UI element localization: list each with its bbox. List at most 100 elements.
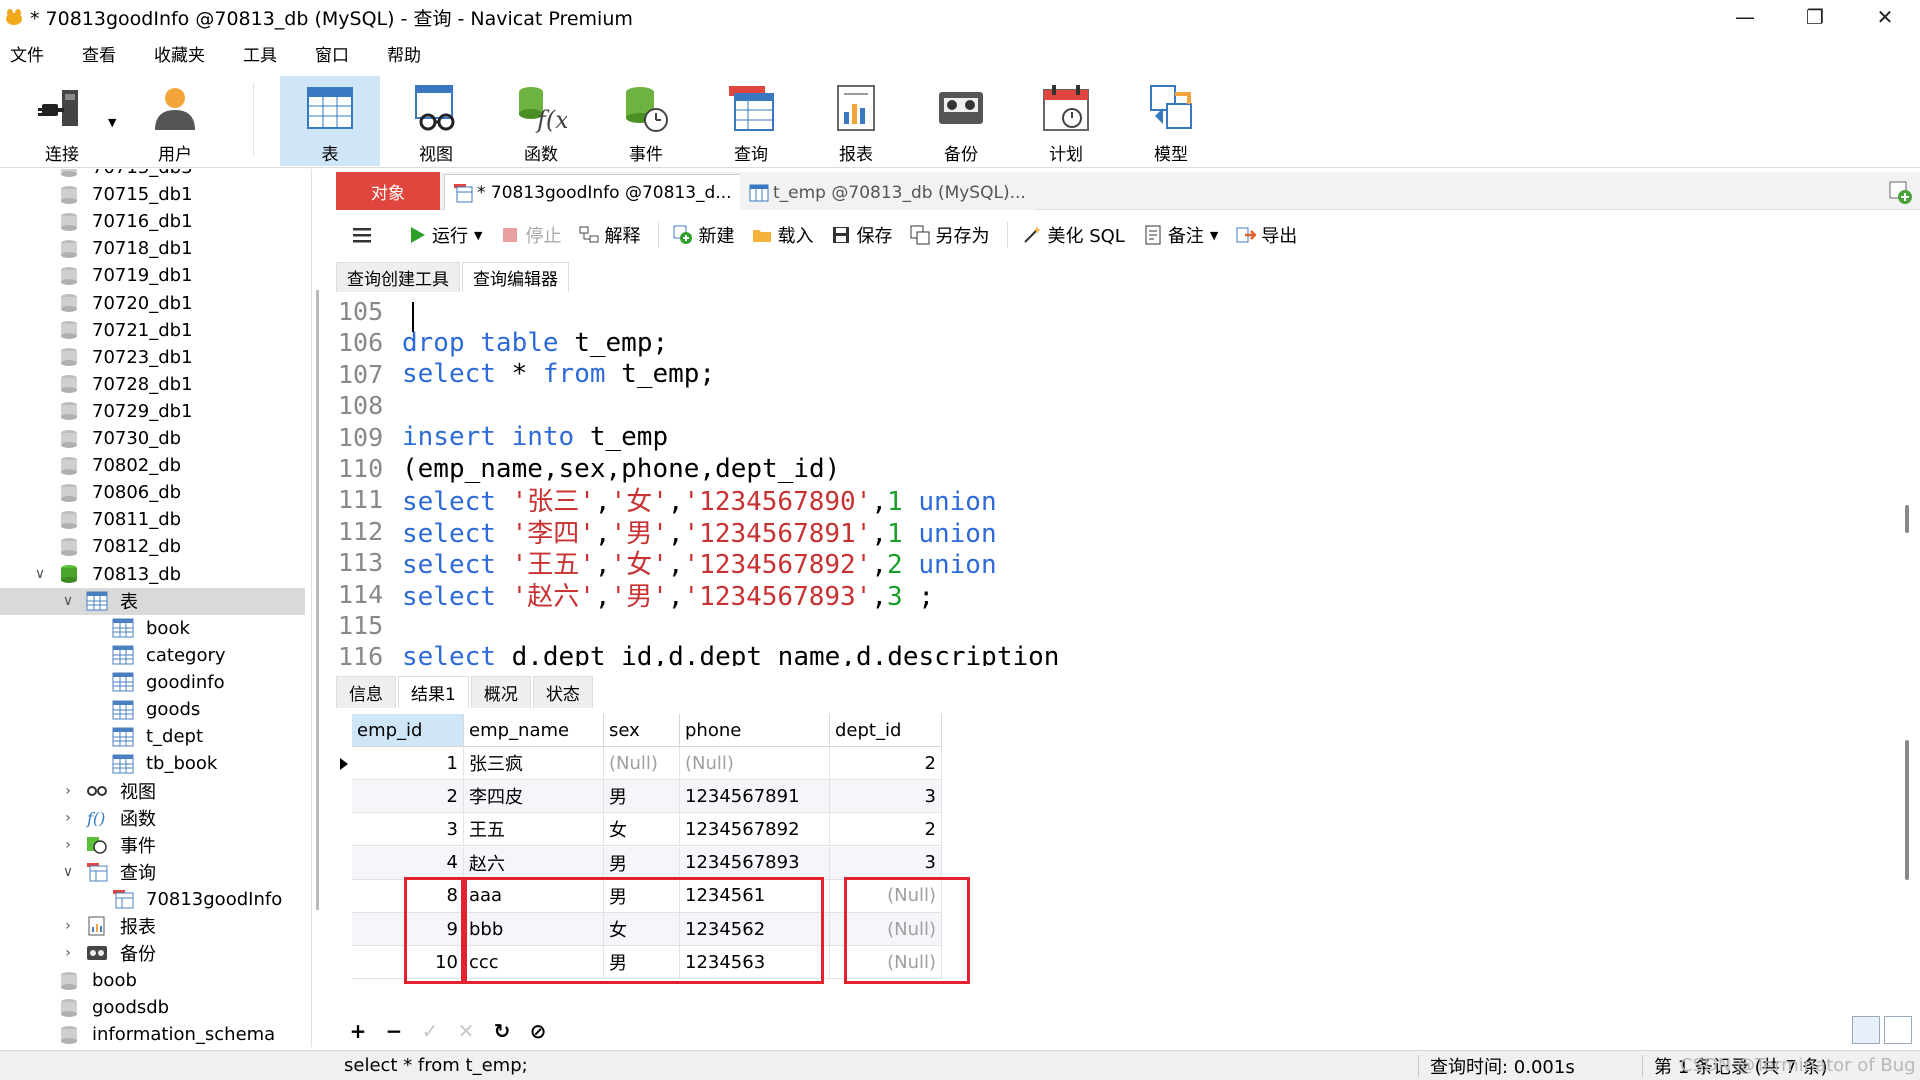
form-view-icon[interactable] (1884, 1016, 1912, 1044)
code-line[interactable]: 109 insert into t_emp (336, 422, 668, 453)
code-line[interactable]: 115 (336, 610, 402, 641)
column-header-sex[interactable]: sex (604, 714, 680, 747)
chevron-down-icon[interactable]: ∨ (32, 566, 48, 582)
code-line[interactable]: 111 select '张三','女','1234567890',1 union (336, 484, 997, 517)
tool-query[interactable]: 查询 (701, 76, 801, 166)
grid-cell[interactable]: 1234567893 (680, 846, 830, 880)
grid-cell[interactable]: 3 (830, 780, 942, 814)
chevron-right-icon[interactable]: › (60, 810, 76, 826)
code-line[interactable]: 113 select '王五','女','1234567892',2 union (336, 547, 997, 580)
tree-database[interactable]: 70806_db (0, 479, 305, 506)
tree-database[interactable]: 70720_db1 (0, 290, 305, 317)
code-line[interactable]: 105 (336, 296, 402, 327)
add-record-button[interactable]: + (340, 1018, 376, 1044)
menu-favorites[interactable]: 收藏夹 (144, 41, 225, 66)
tab-query-builder[interactable]: 查询创建工具 (336, 262, 460, 292)
editor-scrollbar[interactable] (1905, 505, 1909, 533)
tree-database[interactable]: information_schema (0, 1021, 305, 1047)
tool-function[interactable]: f(x) 函数 (491, 76, 591, 166)
grid-cell[interactable]: (Null) (680, 747, 830, 780)
grid-cell[interactable]: 1 (352, 747, 464, 780)
restore-button[interactable]: ❐ (1780, 0, 1850, 34)
apply-changes-button[interactable]: ✓ (412, 1018, 448, 1044)
menu-window[interactable]: 窗口 (305, 41, 369, 66)
chevron-right-icon[interactable]: › (60, 837, 76, 853)
grid-cell[interactable]: 女 (604, 813, 680, 847)
menu-file[interactable]: 文件 (0, 41, 64, 66)
tool-backup[interactable]: 备份 (911, 76, 1011, 166)
code-line[interactable]: 114 select '赵六','男','1234567893',3 ; (336, 579, 934, 612)
stop-button[interactable]: 停止 (500, 222, 561, 248)
chevron-right-icon[interactable]: › (60, 783, 76, 799)
tree-database[interactable]: 70811_db (0, 506, 305, 533)
new-tab-icon[interactable] (1886, 178, 1914, 206)
sql-editor[interactable]: 105 106 drop table t_emp; 107 select * from … (336, 294, 1906, 666)
grid-cell[interactable]: 李四皮 (464, 780, 604, 814)
code-line[interactable]: 110 (emp_name,sex,phone,dept_id) (336, 453, 840, 484)
tree-table[interactable]: goods (0, 696, 305, 723)
tool-model[interactable]: 模型 (1121, 76, 1221, 166)
column-header-dept-id[interactable]: dept_id (830, 714, 942, 747)
tool-table[interactable]: 表 (280, 76, 380, 166)
tab-profile[interactable]: 概况 (470, 676, 531, 708)
minimize-button[interactable]: — (1710, 0, 1780, 34)
code-line[interactable]: 106 drop table t_emp; (336, 327, 668, 358)
tree-folder-backups[interactable]: › 备份 (0, 940, 305, 967)
close-button[interactable]: ✕ (1850, 0, 1920, 34)
navigation-tree[interactable]: 70713_db3 70715_db1 70716_db1 70718_db1 7071… (0, 169, 312, 1047)
tree-table[interactable]: book (0, 615, 305, 642)
column-header-emp-id[interactable]: emp_id (352, 714, 464, 747)
code-line[interactable]: 108 (336, 390, 402, 421)
chevron-down-icon[interactable]: ∨ (60, 593, 76, 609)
grid-cell[interactable]: 3 (352, 813, 464, 847)
grid-cell[interactable]: (Null) (604, 747, 680, 780)
grid-cell[interactable]: 1234567892 (680, 813, 830, 847)
column-header-emp-name[interactable]: emp_name (464, 714, 604, 747)
menu-tools[interactable]: 工具 (233, 41, 297, 66)
run-button[interactable]: 运行 ▼ (407, 222, 482, 248)
grid-cell[interactable]: 男 (604, 780, 680, 814)
explain-button[interactable]: 解释 (579, 222, 640, 248)
comment-button[interactable]: 备注 ▼ (1143, 222, 1218, 248)
tree-folder-events[interactable]: › 事件 (0, 832, 305, 859)
chevron-down-icon[interactable]: ▼ (108, 116, 116, 129)
grid-cell[interactable]: 2 (830, 747, 942, 780)
tool-schedule[interactable]: 计划 (1016, 76, 1116, 166)
tree-database[interactable]: 70718_db1 (0, 235, 305, 262)
tree-database[interactable]: 70728_db1 (0, 371, 305, 398)
tool-connection[interactable]: 连接 (12, 76, 112, 166)
grid-cell[interactable]: 1234567891 (680, 780, 830, 814)
stop-loading-button[interactable]: ⊘ (520, 1018, 556, 1044)
column-header-phone[interactable]: phone (680, 714, 830, 747)
chevron-down-icon[interactable]: ▼ (1210, 229, 1218, 242)
result-grid[interactable]: emp_id emp_name sex phone dept_id 1 张三疯 (Null)(… (336, 710, 1906, 1010)
tree-database-open[interactable]: ∨ 70813_db (0, 561, 305, 588)
save-button[interactable]: 保存 (831, 222, 892, 248)
tree-table[interactable]: goodinfo (0, 669, 305, 696)
tree-database[interactable]: 70721_db1 (0, 317, 305, 344)
hamburger-menu-icon[interactable] (352, 225, 377, 245)
tree-folder-reports[interactable]: › 报表 (0, 913, 305, 940)
grid-cell[interactable]: 4 (352, 846, 464, 880)
tree-database[interactable]: 70729_db1 (0, 398, 305, 425)
grid-cell[interactable]: 2 (830, 813, 942, 847)
tree-database[interactable]: 70716_db1 (0, 208, 305, 235)
tool-report[interactable]: 报表 (806, 76, 906, 166)
grid-cell[interactable]: 3 (830, 846, 942, 880)
menu-view[interactable]: 查看 (72, 41, 136, 66)
refresh-button[interactable]: ↻ (484, 1018, 520, 1044)
grid-cell[interactable]: 男 (604, 846, 680, 880)
tab-table-t-emp[interactable]: t_emp @70813_db (MySQL)... (740, 174, 1035, 210)
tab-status[interactable]: 状态 (532, 676, 593, 708)
tab-query-70813goodinfo[interactable]: * 70813goodInfo @70813_d... (444, 174, 741, 210)
tree-database[interactable]: 70812_db (0, 533, 305, 560)
delete-record-button[interactable]: − (376, 1018, 412, 1044)
tab-objects[interactable]: 对象 (336, 172, 440, 210)
code-line[interactable]: 112 select '李四','男','1234567891',1 union (336, 516, 997, 549)
tree-folder-functions[interactable]: › f() 函数 (0, 804, 305, 831)
tree-database[interactable]: 70715_db1 (0, 181, 305, 208)
grid-cell[interactable]: 王五 (464, 813, 604, 847)
tab-result-1[interactable]: 结果1 (398, 676, 469, 708)
tree-table[interactable]: tb_book (0, 750, 305, 777)
load-button[interactable]: 载入 (752, 222, 813, 248)
